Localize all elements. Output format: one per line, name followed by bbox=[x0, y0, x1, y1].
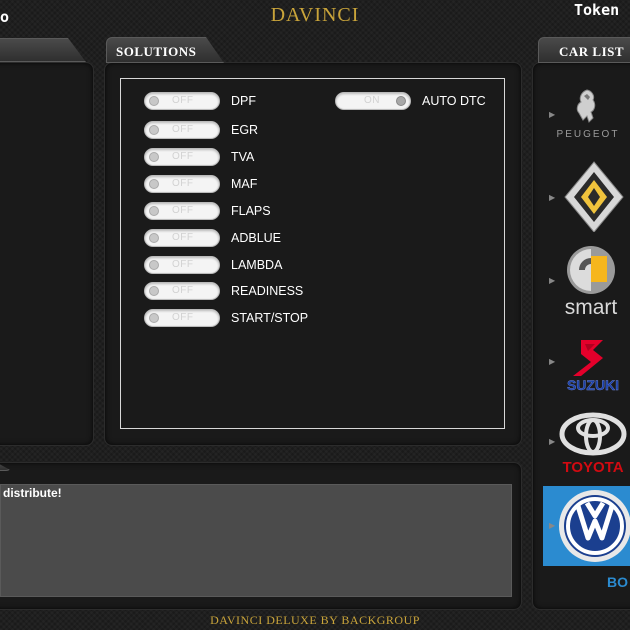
car-name-selected: BO bbox=[607, 574, 628, 590]
solution-toggle-lambda[interactable]: OFF bbox=[144, 256, 220, 274]
solution-row-flaps: OFF FLAPS bbox=[144, 201, 271, 221]
toyota-ellipses-icon: TOYOTA bbox=[559, 412, 627, 476]
toggle-knob bbox=[149, 233, 159, 243]
solution-row-adblue: OFF ADBLUE bbox=[144, 228, 281, 248]
solution-row-maf: OFF MAF bbox=[144, 174, 257, 194]
car-arrow-icon: ▶ bbox=[549, 437, 556, 446]
toggle-state-text: OFF bbox=[172, 285, 194, 296]
solution-toggle-dpf[interactable]: OFF bbox=[144, 92, 220, 110]
car-item-toyota[interactable]: TOYOTA bbox=[543, 412, 630, 478]
smart-logo-icon: smart bbox=[565, 246, 618, 319]
solution-label: DPF bbox=[231, 94, 256, 108]
solution-label: READINESS bbox=[231, 284, 304, 298]
auto-dtc-label: AUTO DTC bbox=[422, 94, 486, 108]
log-text: distribute! bbox=[3, 486, 62, 500]
car-list-tab: CAR LIST bbox=[538, 37, 630, 63]
solution-row-egr: OFF EGR bbox=[144, 120, 258, 140]
token-label: Token bbox=[574, 1, 620, 19]
renault-diamond-icon bbox=[564, 161, 624, 233]
solution-row-tva: OFF TVA bbox=[144, 147, 254, 167]
solution-toggle-maf[interactable]: OFF bbox=[144, 175, 220, 193]
car-arrow-icon: ▶ bbox=[549, 110, 556, 119]
toggle-state-text: OFF bbox=[172, 124, 194, 135]
solution-row-dpf: OFF DPF bbox=[144, 91, 256, 111]
solution-toggle-egr[interactable]: OFF bbox=[144, 121, 220, 139]
car-arrow-icon: ▶ bbox=[549, 521, 556, 530]
suzuki-s-icon: SUZUKI bbox=[567, 340, 619, 393]
toggle-knob bbox=[149, 286, 159, 296]
solution-toggle-flaps[interactable]: OFF bbox=[144, 202, 220, 220]
car-item-renault[interactable] bbox=[543, 160, 630, 233]
peugeot-lion-icon: PEUGEOT bbox=[557, 89, 620, 140]
car-item-suzuki[interactable]: SUZUKI bbox=[543, 336, 630, 394]
toggle-knob bbox=[149, 313, 159, 323]
solution-row-lambda: OFF LAMBDA bbox=[144, 255, 282, 275]
car-name-peugeot: PEUGEOT bbox=[557, 129, 620, 140]
solution-label: LAMBDA bbox=[231, 258, 283, 272]
footer-text: DAVINCI DELUXE BY BACKGROUP bbox=[210, 613, 420, 627]
solution-toggle-readiness[interactable]: OFF bbox=[144, 282, 220, 300]
toggle-state-text: OFF bbox=[172, 312, 194, 323]
auto-dtc-toggle[interactable]: ON bbox=[335, 92, 411, 110]
solution-label: MAF bbox=[231, 177, 258, 191]
toggle-state-text: OFF bbox=[172, 232, 194, 243]
toggle-knob bbox=[149, 125, 159, 135]
solution-label: START/STOP bbox=[231, 311, 309, 325]
auto-dtc-row: ON AUTO DTC bbox=[335, 91, 486, 111]
car-item-vw-selected[interactable] bbox=[543, 486, 630, 566]
toggle-state-text: OFF bbox=[172, 178, 194, 189]
car-item-smart[interactable]: smart bbox=[543, 244, 630, 319]
solution-toggle-tva[interactable]: OFF bbox=[144, 148, 220, 166]
car-arrow-icon: ▶ bbox=[549, 193, 556, 202]
toggle-knob bbox=[149, 206, 159, 216]
toggle-knob bbox=[149, 96, 159, 106]
solution-toggle-start-stop[interactable]: OFF bbox=[144, 309, 220, 327]
toggle-state-text: OFF bbox=[172, 151, 194, 162]
left-panel-tab bbox=[0, 38, 86, 62]
toggle-knob bbox=[149, 179, 159, 189]
log-output[interactable] bbox=[0, 484, 512, 597]
solution-label: TVA bbox=[231, 150, 255, 164]
toggle-state-text: OFF bbox=[172, 95, 194, 106]
left-panel bbox=[0, 62, 94, 446]
solution-row-readiness: OFF READINESS bbox=[144, 281, 303, 301]
toggle-state-text: OFF bbox=[172, 205, 194, 216]
solution-toggle-adblue[interactable]: OFF bbox=[144, 229, 220, 247]
toggle-knob bbox=[396, 96, 406, 106]
car-arrow-icon: ▶ bbox=[549, 357, 556, 366]
app-title: DAVINCI bbox=[270, 4, 360, 26]
car-arrow-icon: ▶ bbox=[549, 276, 556, 285]
toggle-state-text: OFF bbox=[172, 259, 194, 270]
car-name-smart: smart bbox=[565, 296, 618, 318]
solution-label: FLAPS bbox=[231, 204, 271, 218]
car-item-peugeot[interactable]: PEUGEOT bbox=[543, 82, 630, 144]
solution-label: EGR bbox=[231, 123, 259, 137]
solution-row-start-stop: OFF START/STOP bbox=[144, 308, 308, 328]
solution-label: ADBLUE bbox=[231, 231, 282, 245]
toggle-knob bbox=[149, 152, 159, 162]
vw-logo-icon bbox=[559, 490, 630, 562]
toggle-state-text: ON bbox=[364, 95, 380, 106]
toggle-knob bbox=[149, 260, 159, 270]
car-name-toyota: TOYOTA bbox=[562, 459, 623, 476]
solutions-tab: SOLUTIONS bbox=[106, 37, 224, 63]
car-name-suzuki: SUZUKI bbox=[567, 377, 619, 393]
